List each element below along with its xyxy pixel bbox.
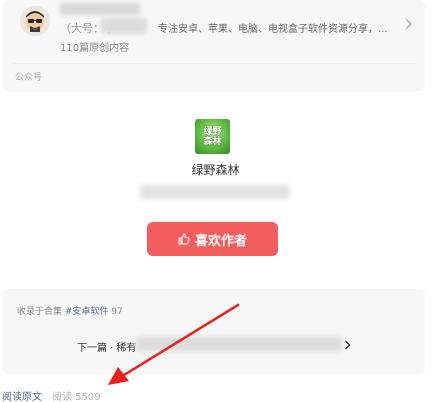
next-article-title-redacted[interactable] bbox=[137, 337, 342, 351]
collection-card: 收录于合集 #安卓软件 97 下一篇 · 稀有 bbox=[3, 289, 425, 374]
next-article-link[interactable]: 下一篇 · 稀有 bbox=[77, 339, 137, 354]
chevron-right-icon[interactable] bbox=[404, 18, 413, 30]
chevron-right-icon[interactable] bbox=[344, 340, 351, 350]
collection-info: 收录于合集 #安卓软件 97 bbox=[17, 304, 123, 317]
like-author-button[interactable]: 喜欢作者 bbox=[147, 222, 278, 256]
read-original-link[interactable]: 阅读原文 bbox=[2, 388, 42, 402]
avatar[interactable] bbox=[20, 6, 50, 36]
collection-prefix: 收录于合集 bbox=[17, 307, 63, 317]
read-count: 阅读 5509 bbox=[52, 392, 101, 402]
mini-program-name[interactable]: 绿野森林 bbox=[0, 161, 431, 178]
account-alias-redacted bbox=[101, 18, 147, 34]
collection-count: 97 bbox=[111, 307, 123, 317]
mini-program-logo-text: 绿野 森林 bbox=[203, 127, 222, 147]
thumb-up-icon bbox=[178, 233, 190, 245]
like-author-label: 喜欢作者 bbox=[194, 233, 247, 249]
account-original-count: 110篇原创内容 bbox=[60, 43, 130, 54]
account-type-label: 公众号 bbox=[15, 73, 43, 83]
mini-program-logo[interactable]: 绿野 森林 bbox=[195, 119, 230, 154]
article-footer-page: （大号：小 专注安卓、苹果、电脑、电视盒子软件资源分享，... 110篇原创内容… bbox=[0, 0, 431, 402]
mini-program-subtitle-redacted bbox=[140, 185, 290, 199]
avatar-icon bbox=[20, 6, 50, 36]
collection-tag-link[interactable]: #安卓软件 bbox=[65, 307, 109, 317]
account-description: 专注安卓、苹果、电脑、电视盒子软件资源分享，... bbox=[158, 24, 388, 35]
divider bbox=[13, 63, 415, 64]
account-card[interactable]: （大号：小 专注安卓、苹果、电脑、电视盒子软件资源分享，... 110篇原创内容… bbox=[3, 0, 425, 91]
account-name-redacted bbox=[60, 3, 140, 15]
